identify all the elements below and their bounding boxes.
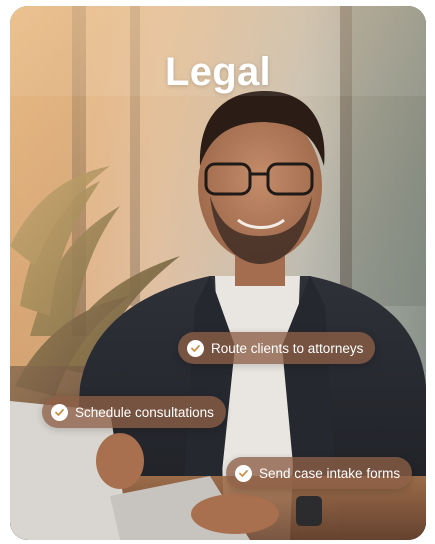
feature-label: Schedule consultations bbox=[75, 404, 214, 420]
check-icon bbox=[51, 403, 68, 421]
feature-pill-schedule-consultations: Schedule consultations bbox=[42, 396, 226, 428]
check-icon bbox=[235, 464, 252, 482]
legal-card: Legal Route clients to attorneys Schedul… bbox=[10, 6, 426, 540]
feature-pill-send-intake-forms: Send case intake forms bbox=[226, 457, 413, 489]
page-title: Legal bbox=[165, 50, 271, 94]
feature-label: Send case intake forms bbox=[259, 465, 401, 481]
feature-label: Route clients to attorneys bbox=[211, 340, 364, 356]
feature-pill-route-clients: Route clients to attorneys bbox=[178, 332, 376, 364]
check-icon bbox=[187, 339, 204, 357]
